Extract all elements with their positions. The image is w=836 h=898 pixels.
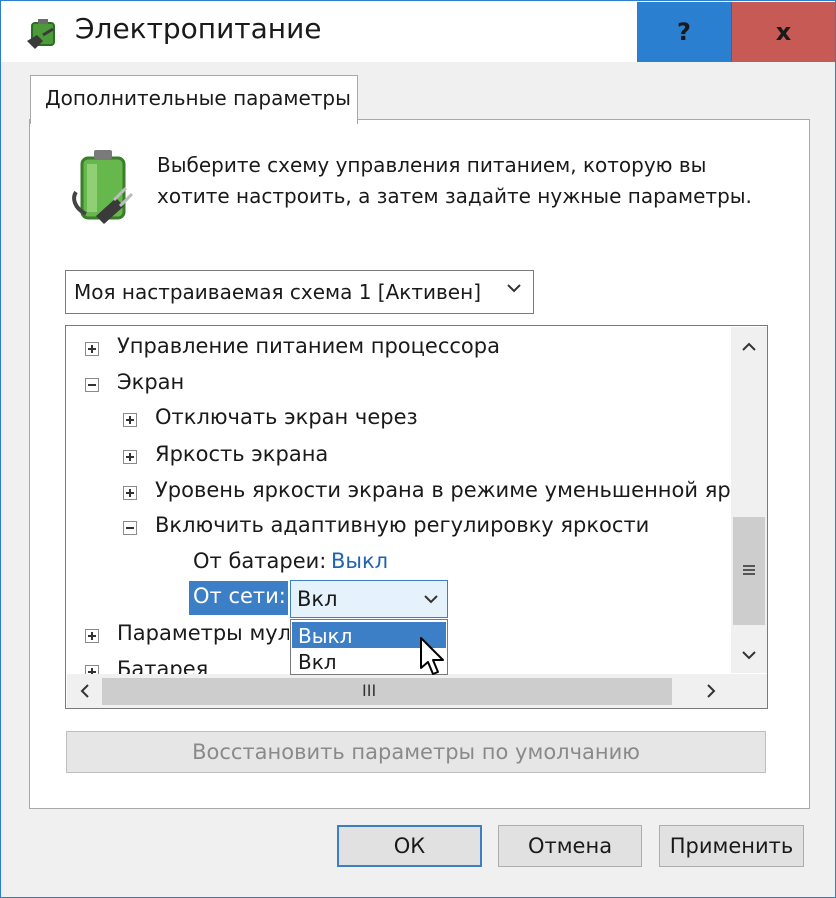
description-text: Выберите схему управления питанием, кото… [157,153,752,208]
tree-item-dimmed-brightness[interactable]: Уровень яркости экрана в режиме уменьшен… [155,478,730,502]
expand-processor-icon[interactable] [85,342,99,356]
window-title: Электропитание [75,12,322,45]
power-plan-value: Моя настраиваемая схема 1 [Активен] [74,280,481,304]
chevron-down-icon [742,651,756,660]
power-plan-select[interactable]: Моя настраиваемая схема 1 [Активен] [65,270,534,314]
mouse-cursor-icon [420,637,444,675]
dropdown-option-on-label: Вкл [298,650,337,674]
expand-screen-off-icon[interactable] [123,413,137,427]
ok-button[interactable]: ОК [337,825,482,867]
chevron-down-icon [507,284,521,293]
scroll-grip-label: III [362,681,377,700]
dropdown-option-off-label: Выкл [298,624,353,648]
tree-item-battery[interactable]: Батарея [117,658,208,674]
tree-item-adaptive-brightness[interactable]: Включить адаптивную регулировку яркости [155,513,649,537]
tab-label: Дополнительные параметры [45,86,351,110]
title-bar[interactable]: Электропитание ? x [1,1,835,62]
chevron-right-icon[interactable] [703,683,719,699]
grip-icon [743,565,755,575]
tree-item-brightness[interactable]: Яркость экрана [155,442,328,466]
horizontal-scrollbar[interactable]: III [67,674,731,708]
chevron-down-icon [424,595,438,604]
expand-multimedia-icon[interactable] [85,629,99,643]
battery-plug-icon [72,150,134,224]
battery-setting-value[interactable]: Выкл [331,549,388,573]
scroll-down-button[interactable] [731,637,767,673]
horizontal-scroll-thumb[interactable]: III [102,678,672,705]
help-button[interactable]: ? [637,2,732,62]
close-button[interactable]: x [732,2,835,62]
vertical-scroll-thumb[interactable] [733,517,765,625]
power-options-icon [27,19,55,49]
tree-item-multimedia[interactable]: Параметры мул [117,621,289,645]
restore-defaults-button[interactable]: Восстановить параметры по умолчанию [66,731,766,773]
ac-setting-select[interactable]: Вкл [290,580,448,618]
tree-item-screen[interactable]: Экран [117,370,184,394]
scroll-up-button[interactable] [731,329,767,365]
ac-setting-label-selected[interactable]: От сети: [189,581,288,615]
vertical-scrollbar[interactable] [731,327,767,673]
expand-battery-icon[interactable] [85,665,99,674]
battery-setting-label: От батареи: [193,549,327,573]
collapse-screen-icon[interactable] [85,378,99,392]
ac-setting-label: От сети: [193,584,286,608]
expand-dimmed-brightness-icon[interactable] [123,486,137,500]
ac-setting-value: Вкл [297,587,338,611]
chevron-left-icon[interactable] [77,683,93,699]
tree-item-screen-off[interactable]: Отключать экран через [155,405,418,429]
cancel-button[interactable]: Отмена [498,825,642,867]
apply-button[interactable]: Применить [659,825,804,867]
collapse-adaptive-brightness-icon[interactable] [123,521,137,535]
expand-brightness-icon[interactable] [123,450,137,464]
scrollbar-corner [731,674,767,708]
tree-item-processor[interactable]: Управление питанием процессора [117,334,500,358]
tab-advanced-settings[interactable]: Дополнительные параметры [30,75,358,124]
chevron-up-icon [742,342,756,351]
tree-item-battery-clip: Батарея [80,658,290,674]
